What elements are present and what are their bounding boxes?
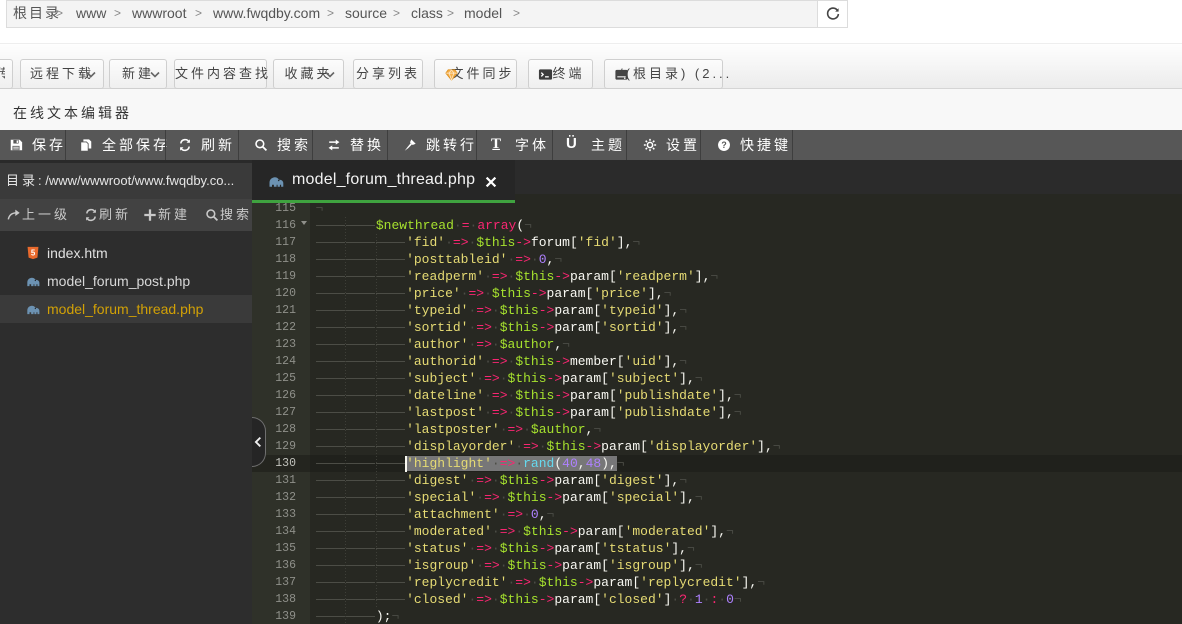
svg-text:5: 5	[31, 249, 36, 258]
svg-text:?: ?	[721, 140, 726, 150]
